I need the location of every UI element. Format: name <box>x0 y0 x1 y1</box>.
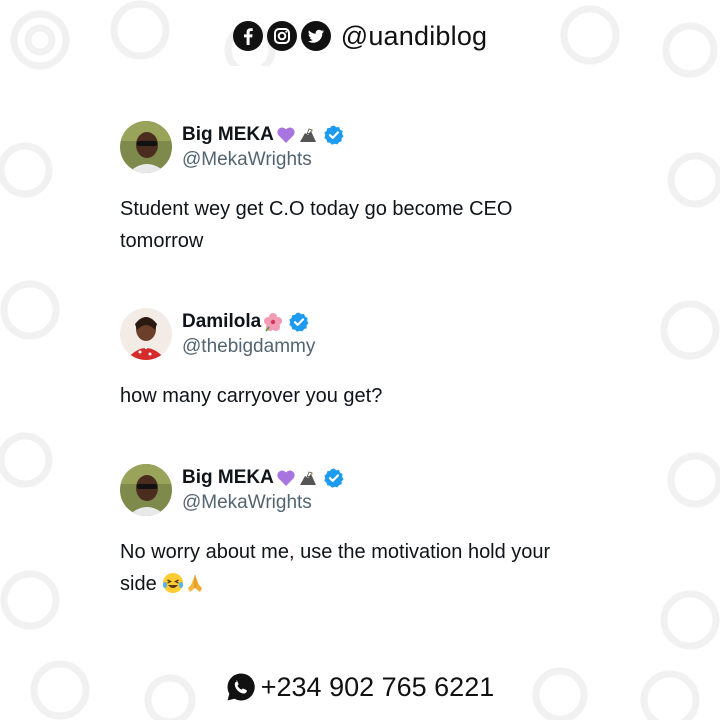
eagle-icon <box>299 471 316 485</box>
tweet-text: No worry about me, use the motivation ho… <box>120 536 590 600</box>
twitter-icon[interactable] <box>300 21 331 51</box>
display-name[interactable]: Big MEKA <box>182 124 274 146</box>
praying-hands-icon <box>188 575 203 592</box>
facebook-icon[interactable] <box>232 21 263 51</box>
instagram-icon[interactable] <box>266 21 297 51</box>
avatar-damilola[interactable] <box>120 308 172 360</box>
header: @uandiblog <box>0 14 720 58</box>
tweet-2[interactable]: Damilola @thebigdammy how many carryover… <box>120 308 590 412</box>
verified-badge-icon <box>289 312 309 332</box>
purple-heart-icon <box>277 470 295 486</box>
avatar-meka[interactable] <box>120 464 172 516</box>
tweet-3[interactable]: Big MEKA @MekaWrights No worry about me,… <box>120 464 590 600</box>
username[interactable]: @thebigdammy <box>182 336 315 358</box>
verified-badge-icon <box>324 468 344 488</box>
tweet-text: Student wey get C.O today go become CEO … <box>120 198 513 252</box>
verified-badge-icon <box>324 125 344 145</box>
phone-number[interactable]: +234 902 765 6221 <box>261 672 494 703</box>
whatsapp-icon[interactable] <box>226 672 256 702</box>
eagle-icon <box>299 128 316 142</box>
avatar-meka[interactable] <box>120 121 172 173</box>
display-name[interactable]: Big MEKA <box>182 467 274 489</box>
tweet-text: how many carryover you get? <box>120 385 383 407</box>
tweet-card: Big MEKA @MekaWrights Student wey get C.… <box>64 66 658 656</box>
purple-heart-icon <box>277 127 295 143</box>
laughing-tears-icon <box>163 573 184 593</box>
username[interactable]: @MekaWrights <box>182 492 345 514</box>
footer: +234 902 765 6221 <box>0 667 720 707</box>
username[interactable]: @MekaWrights <box>182 149 345 171</box>
site-handle[interactable]: @uandiblog <box>341 21 488 52</box>
hibiscus-icon <box>264 313 283 332</box>
display-name[interactable]: Damilola <box>182 311 261 333</box>
tweet-1[interactable]: Big MEKA @MekaWrights Student wey get C.… <box>120 121 590 257</box>
